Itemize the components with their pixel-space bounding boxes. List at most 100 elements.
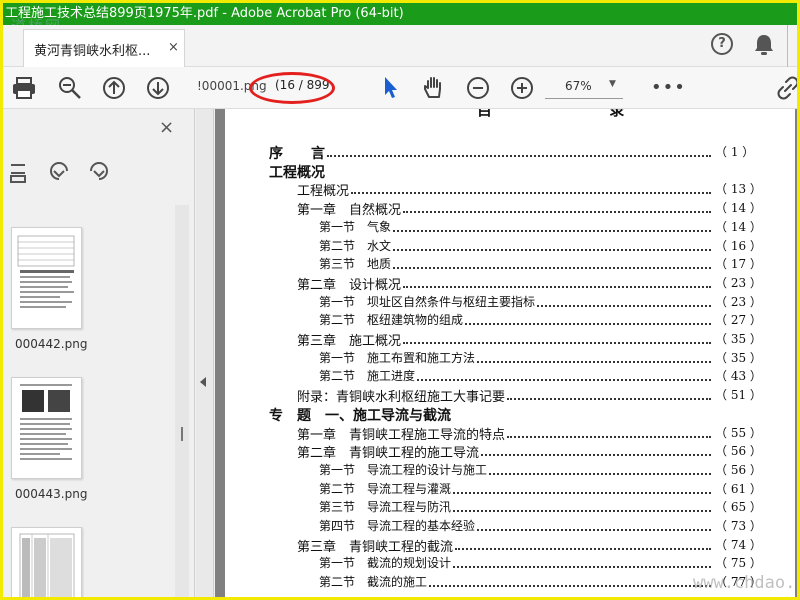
toc-entry-label: 第二节 枢纽建筑物的组成 <box>319 313 464 328</box>
print-icon[interactable] <box>11 75 37 105</box>
toc-entry[interactable]: 第一节 施工布置和施工方法 （ 35 ） <box>225 349 795 368</box>
toc-entry-label: 第一节 气象 <box>319 219 392 234</box>
app-window: 工程施工技术总结899页1975年.pdf - Adobe Acrobat Pr… <box>0 0 800 600</box>
window-title: 工程施工技术总结899页1975年.pdf - Adobe Acrobat Pr… <box>3 3 797 25</box>
toc-entry-label: 第四节 导流工程的基本经验 <box>319 519 476 533</box>
sidebar-resize-grip[interactable] <box>181 427 183 441</box>
toc-entry-label: 第一节 坝址区自然条件与枢纽主要指标 <box>319 294 536 309</box>
toc-entry[interactable]: 第一章 青铜峡工程施工导流的特点 （ 55 ） <box>225 424 795 443</box>
main-toolbar: !00001.png (16 / 899 67% ▼ ••• <box>3 67 797 109</box>
document-pane[interactable]: 目 录 序 言（ 1 ）工程概况 工程概况（ 13 ） 第一章 自然概况 （ 14 ）… <box>215 109 797 597</box>
toc-leader-dots <box>507 424 711 438</box>
toc-page-number: （ 14 ） <box>715 219 762 234</box>
toc-entry[interactable]: 第二章 青铜峡工程的施工导流 （ 56 ） <box>225 442 795 461</box>
tab-label: 黄河青铜峡水利枢... <box>34 44 151 59</box>
toc-page-number: （ 51 ） <box>715 388 762 403</box>
rotate-cw-icon <box>90 162 108 180</box>
toc-entry[interactable]: 第三节 地质 （ 17 ） <box>225 255 795 274</box>
toc-leader-dots <box>351 180 711 195</box>
toc-page-number: （ 65 ） <box>715 500 762 515</box>
hand-tool-icon[interactable] <box>421 75 447 105</box>
toc-entry[interactable]: 第二章 设计概况 （ 23 ） <box>225 274 795 293</box>
select-arrow-icon[interactable] <box>381 75 401 105</box>
toc-entry[interactable]: 工程概况 （ 13 ） <box>225 180 795 199</box>
toc-leader-dots <box>417 367 711 382</box>
toc-entry-label: 第二节 导流工程与灌溉 <box>319 481 452 496</box>
toc-entry-label: 专 题 一、施工导流与截流 <box>269 407 451 424</box>
toc-page-number: （ 27 ） <box>715 313 762 328</box>
toc-page-number: （ 14 ） <box>715 201 762 216</box>
toc-page-number: （ 23 ） <box>715 275 762 290</box>
page-thumbnail[interactable] <box>11 527 82 597</box>
tab-close-icon[interactable]: × <box>168 40 179 55</box>
sidebar-scrollbar[interactable] <box>175 205 189 597</box>
toc-entry[interactable]: 第三章 施工概况 （ 35 ） <box>225 330 795 349</box>
toc-page-number: （ 17 ） <box>715 257 762 272</box>
toc-page-number: （ 55 ） <box>715 425 762 440</box>
toc-entry[interactable]: 专 题 一、施工导流与截流 <box>225 405 795 424</box>
toc-entry[interactable]: 第二节 水文 （ 16 ） <box>225 237 795 256</box>
toc-entry[interactable]: 第一节 导流工程的设计与施工 （ 56 ） <box>225 461 795 480</box>
link-icon[interactable] <box>777 75 797 105</box>
bell-icon[interactable] <box>753 33 775 61</box>
tab-document[interactable]: 黄河青铜峡水利枢... × <box>23 29 185 67</box>
page-thumbnail[interactable] <box>11 227 82 329</box>
toc-entry[interactable]: 序 言 （ 1 ） <box>225 143 795 162</box>
toc-leader-dots <box>477 517 711 531</box>
pane-divider[interactable] <box>196 109 214 597</box>
help-circle-icon[interactable]: ? <box>711 33 733 55</box>
toc-page-number: （ 75 ） <box>715 556 762 571</box>
zoom-out-icon[interactable] <box>465 75 491 105</box>
toc-page-number: （ 23 ） <box>715 294 762 309</box>
toc-page-number: （ 43 ） <box>715 369 762 384</box>
page-thumbnail[interactable] <box>11 377 82 479</box>
toc-leader-dots <box>453 480 711 494</box>
toc-entry-label: 附录：青铜峡水利枢纽施工大事记要 <box>297 390 506 406</box>
toc-entry[interactable]: 第二节 枢纽建筑物的组成 （ 27 ） <box>225 311 795 330</box>
toc-entry-label: 第三章 施工概况 <box>297 334 402 349</box>
toc-entry[interactable]: 第一节 坝址区自然条件与枢纽主要指标 （ 23 ） <box>225 293 795 312</box>
zoom-select[interactable]: 67% ▼ <box>545 75 623 99</box>
toc-entry[interactable]: 第三章 青铜峡工程的截流 （ 74 ） <box>225 536 795 555</box>
toc-page-number: （ 13 ） <box>715 182 762 197</box>
collapse-arrow-icon[interactable] <box>200 377 206 387</box>
toc-entry[interactable]: 工程概况 <box>225 162 795 181</box>
toc-leader-dots <box>393 237 711 251</box>
toc-entry[interactable]: 第二节 施工进度 （ 43 ） <box>225 367 795 386</box>
toc-entry[interactable]: 第一节 气象 （ 14 ） <box>225 218 795 237</box>
pdf-page: 目 录 序 言（ 1 ）工程概况 工程概况（ 13 ） 第一章 自然概况 （ 14 ）… <box>225 109 795 597</box>
toc-entry-label: 第一章 自然概况 <box>297 203 402 219</box>
next-page-icon[interactable] <box>145 75 171 105</box>
toc-entry[interactable]: 第一章 自然概况 （ 14 ） <box>225 199 795 218</box>
toc-entry-label: 第一节 施工布置和施工方法 <box>319 350 476 365</box>
toc-page-number: （ 16 ） <box>715 238 762 253</box>
chevron-down-icon: ▼ <box>609 79 616 89</box>
toc-leader-dots <box>453 498 711 513</box>
toc-page-number: （ 56 ） <box>715 462 762 477</box>
toc-leader-dots <box>393 255 711 270</box>
zoom-in-icon[interactable] <box>509 75 535 105</box>
toc-entry-label: 第三节 地质 <box>319 257 392 272</box>
zoom-value: 67% <box>565 79 592 93</box>
zoom-magnifier-icon[interactable] <box>57 75 83 105</box>
toc-entry[interactable]: 第四节 导流工程的基本经验 （ 73 ） <box>225 517 795 536</box>
toc-leader-dots <box>537 293 711 307</box>
toc-leader-dots <box>393 218 711 232</box>
toc-leader-dots <box>507 386 711 401</box>
close-sidebar-icon[interactable]: × <box>159 117 174 138</box>
prev-page-icon[interactable] <box>101 75 127 105</box>
toc-entry[interactable]: 第三节 导流工程与防汛 （ 65 ） <box>225 498 795 517</box>
toc-leader-dots <box>403 274 711 288</box>
toc-leader-dots <box>481 442 711 457</box>
toc-entry-label: 第一章 青铜峡工程施工导流的特点 <box>297 427 506 443</box>
more-options-icon[interactable]: ••• <box>651 77 686 98</box>
page-options-icon <box>10 164 26 183</box>
toc-entry-label: 第二章 青铜峡工程的施工导流 <box>297 446 480 462</box>
toc-entry-label: 第二节 水文 <box>319 238 392 253</box>
toc-entry[interactable]: 附录：青铜峡水利枢纽施工大事记要 （ 51 ） <box>225 386 795 405</box>
toc-entry[interactable]: 第一节 截流的规划设计 （ 75 ） <box>225 554 795 573</box>
page-title: 目 录 <box>477 109 681 119</box>
rotate-ccw-icon <box>50 162 68 180</box>
toc-entry-label: 序 言 <box>269 146 325 162</box>
toc-entry[interactable]: 第二节 导流工程与灌溉 （ 61 ） <box>225 480 795 499</box>
